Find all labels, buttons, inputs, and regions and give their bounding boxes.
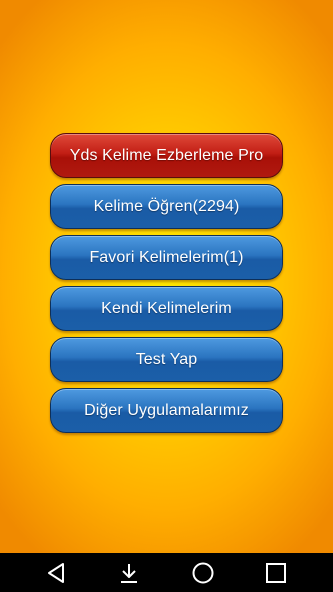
recents-icon xyxy=(266,562,286,583)
download-icon xyxy=(121,563,137,583)
back-button[interactable] xyxy=(33,553,81,592)
download-button[interactable] xyxy=(105,553,153,592)
other-apps-button[interactable]: Diğer Uygulamalarımız xyxy=(50,388,283,433)
favorite-words-button[interactable]: Favori Kelimelerim(1) xyxy=(50,235,283,280)
pro-version-button[interactable]: Yds Kelime Ezberleme Pro xyxy=(50,133,283,178)
home-button[interactable] xyxy=(179,553,227,592)
home-icon xyxy=(192,562,214,583)
recents-button[interactable] xyxy=(252,553,300,592)
take-test-button[interactable]: Test Yap xyxy=(50,337,283,382)
system-nav-bar xyxy=(0,553,333,592)
own-words-button[interactable]: Kendi Kelimelerim xyxy=(50,286,283,331)
back-icon xyxy=(48,562,64,583)
learn-words-button[interactable]: Kelime Öğren(2294) xyxy=(50,184,283,229)
app-screen: Yds Kelime Ezberleme Pro Kelime Öğren(22… xyxy=(0,0,333,553)
